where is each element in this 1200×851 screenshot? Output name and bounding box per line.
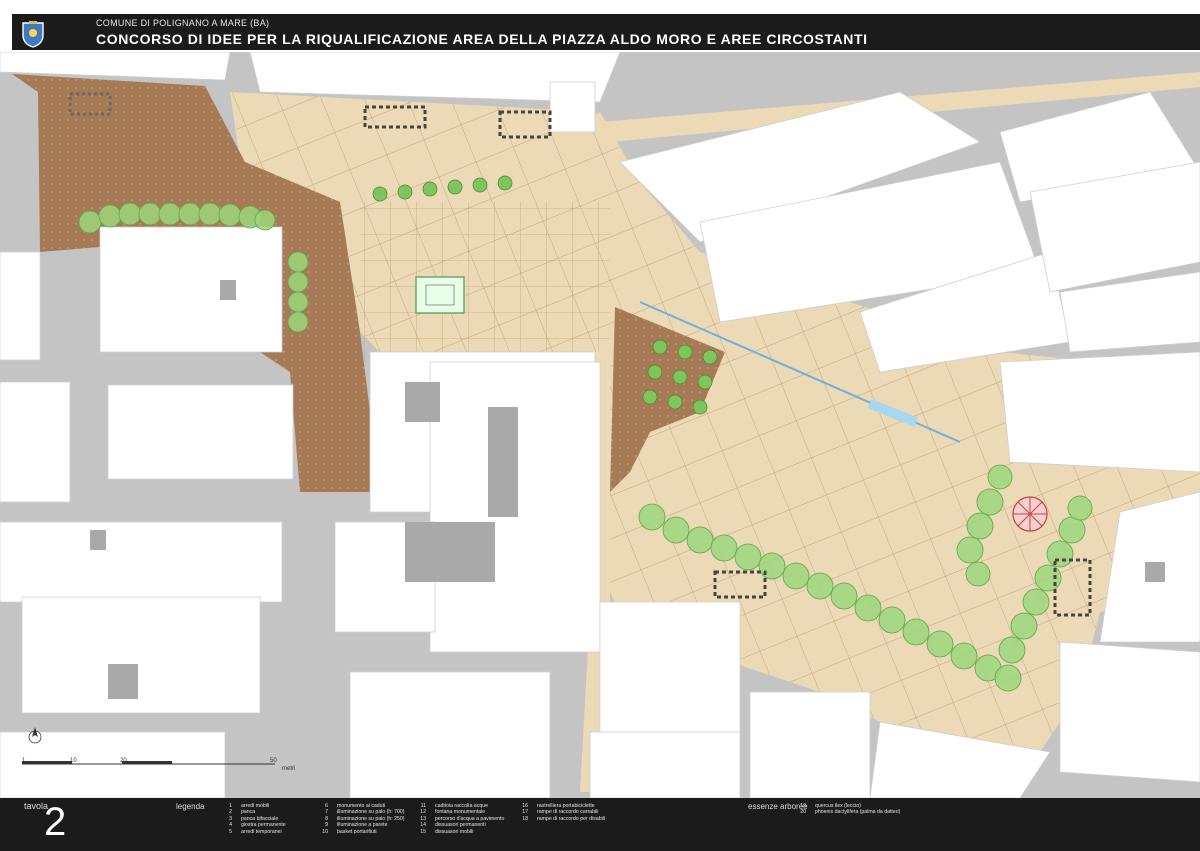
scale-tick-10: 10 bbox=[70, 758, 77, 764]
site-plan bbox=[0, 52, 1200, 798]
scale-tick-20: 20 bbox=[120, 758, 127, 764]
footer: tavola 2 legenda 1 arredi mobili 2 panca 3… bbox=[0, 798, 1200, 851]
monumento-ai-caduti bbox=[415, 276, 465, 314]
page-title: CONCORSO DI IDEE PER LA RIQUALIFICAZIONE… bbox=[96, 31, 868, 47]
essenze-item: 20 phoenix dactylifera (palma da datteri) bbox=[800, 809, 901, 816]
legend-item: 5 arredi temporanei bbox=[229, 828, 282, 835]
legend-column-4: 16 rastrelliera portabiciclette 17 rampe d… bbox=[514, 803, 605, 822]
scale-tick-50: 50 bbox=[270, 758, 277, 764]
essenze-column: 19 quercus ilex (leccio) 20 phoenix dactyl… bbox=[792, 803, 900, 816]
header: COMUNE DI POLIGNANO A MARE (BA) CONCORSO… bbox=[0, 0, 1200, 52]
legend-label: legenda bbox=[176, 802, 205, 811]
legend-item: 10 basket portarifiuti bbox=[322, 828, 377, 835]
scale-tick-1: 1 bbox=[22, 758, 26, 764]
legend-column-3: 11 caditoia raccolta acque 12 fontana monu… bbox=[412, 803, 504, 835]
tavola-number: 2 bbox=[44, 800, 67, 844]
scale-unit: metri bbox=[282, 766, 296, 772]
legend-item: 15 dissuasori mobili bbox=[420, 828, 474, 835]
giostra-permanente bbox=[1012, 496, 1048, 532]
municipality-name: COMUNE DI POLIGNANO A MARE (BA) bbox=[96, 18, 270, 28]
legend-item: 18 rampe di raccordo per disabili bbox=[522, 815, 606, 822]
legend-column-2: 6 monumento ai caduti 7 illuminazione su p… bbox=[314, 803, 404, 835]
municipal-crest-icon bbox=[22, 21, 44, 48]
legend-column-1: 1 arredi mobili 2 panca 3 panca bifacciale … bbox=[218, 803, 286, 835]
